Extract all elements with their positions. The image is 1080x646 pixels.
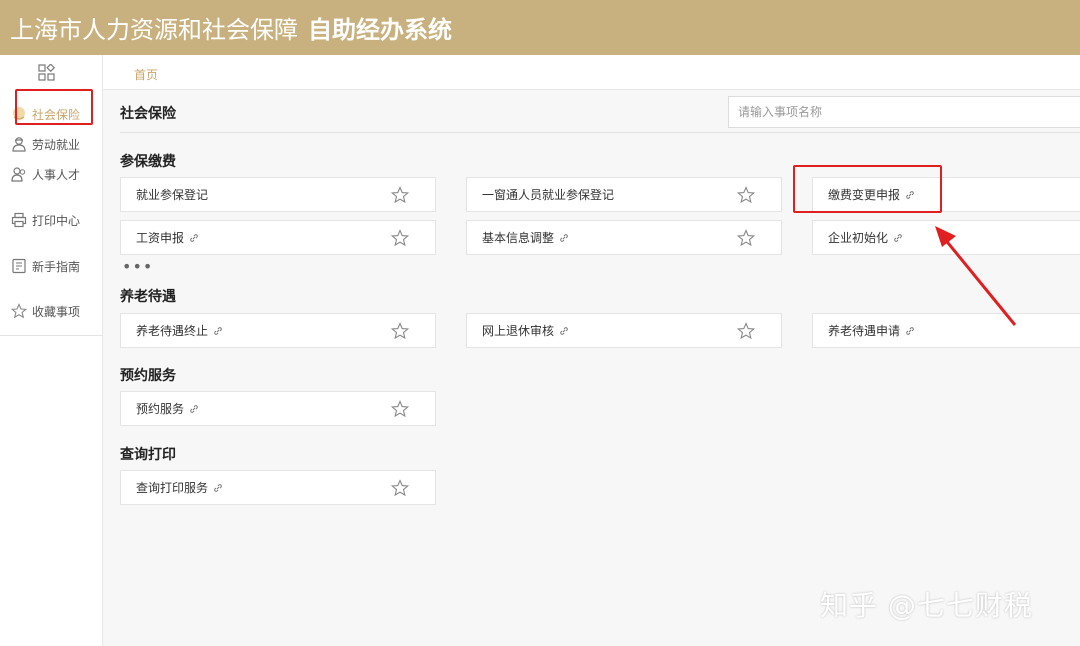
favorite-star-icon[interactable]: [391, 322, 409, 340]
favorite-star-icon[interactable]: [737, 322, 755, 340]
link-icon: [214, 483, 222, 492]
favorite-star-icon[interactable]: [391, 400, 409, 418]
people-icon: [10, 165, 28, 183]
breadcrumb: 首页: [103, 55, 1080, 90]
service-label: 企业初始化: [828, 231, 889, 245]
service-card[interactable]: 缴费变更申报: [812, 177, 1080, 212]
link-icon: [190, 404, 198, 413]
link-icon: [560, 233, 568, 242]
service-card[interactable]: 一窗通人员就业参保登记: [466, 177, 782, 212]
section-title: 养老待遇: [120, 289, 176, 305]
sidebar-divider: [0, 335, 103, 336]
service-card[interactable]: 工资申报: [120, 220, 436, 255]
favorite-star-icon[interactable]: [737, 186, 755, 204]
more-button[interactable]: •••: [122, 259, 153, 275]
hand-heart-icon: [10, 105, 28, 123]
link-icon: [894, 233, 902, 242]
service-card[interactable]: 基本信息调整: [466, 220, 782, 255]
breadcrumb-home[interactable]: 首页: [134, 66, 158, 83]
link-icon: [190, 233, 198, 242]
guide-icon: [10, 257, 28, 275]
service-card[interactable]: 预约服务: [120, 391, 436, 426]
link-icon: [906, 326, 914, 335]
favorite-star-icon[interactable]: [737, 229, 755, 247]
printer-icon: [10, 211, 28, 229]
favorite-star-icon[interactable]: [391, 479, 409, 497]
service-label: 缴费变更申报: [828, 188, 901, 202]
favorite-star-icon[interactable]: [391, 186, 409, 204]
link-icon: [214, 326, 222, 335]
sidebar-item-print-center[interactable]: 打印中心: [10, 209, 80, 231]
service-card[interactable]: 养老待遇申请: [812, 313, 1080, 348]
service-label: 预约服务: [136, 402, 185, 416]
sidebar-item-label: 人事人才: [32, 167, 81, 182]
service-label: 查询打印服务: [136, 481, 209, 495]
section-title: 参保缴费: [120, 154, 176, 170]
section-title: 预约服务: [120, 368, 176, 384]
section-title: 查询打印: [120, 447, 176, 463]
service-label: 网上退休审核: [482, 324, 555, 338]
favorite-star-icon[interactable]: [391, 229, 409, 247]
service-label: 工资申报: [136, 231, 185, 245]
sidebar-item-favorites[interactable]: 收藏事项: [10, 300, 80, 322]
link-icon: [560, 326, 568, 335]
service-card[interactable]: 就业参保登记: [120, 177, 436, 212]
link-icon: [906, 190, 914, 199]
watermark: 知乎 @七七财税: [820, 589, 1033, 622]
sidebar-item-guide[interactable]: 新手指南: [10, 255, 80, 277]
app-title: 上海市人力资源和社会保障: [10, 16, 298, 44]
service-label: 就业参保登记: [136, 188, 209, 202]
service-card[interactable]: 企业初始化: [812, 220, 1080, 255]
service-card[interactable]: 网上退休审核: [466, 313, 782, 348]
page-title: 社会保险: [120, 106, 176, 122]
sidebar-item-employment[interactable]: 劳动就业: [10, 133, 80, 155]
sidebar-item-label: 劳动就业: [32, 137, 81, 152]
service-card[interactable]: 查询打印服务: [120, 470, 436, 505]
apps-grid-icon[interactable]: [38, 64, 56, 82]
sidebar-item-label: 社会保险: [32, 107, 81, 122]
service-card[interactable]: 养老待遇终止: [120, 313, 436, 348]
service-label: 养老待遇终止: [136, 324, 209, 338]
service-label: 基本信息调整: [482, 231, 555, 245]
service-label: 一窗通人员就业参保登记: [482, 188, 615, 202]
service-label: 养老待遇申请: [828, 324, 901, 338]
sidebar-item-social-insurance[interactable]: 社会保险: [10, 103, 80, 125]
sidebar-item-label: 打印中心: [32, 213, 81, 228]
app-header: 上海市人力资源和社会保障 自助经办系统: [0, 0, 1080, 55]
app-title-bold: 自助经办系统: [308, 16, 452, 44]
sidebar: 社会保险 劳动就业 人事人才 打印中心 新手指南 收藏事项: [0, 55, 103, 646]
sidebar-item-label: 收藏事项: [32, 304, 81, 319]
sidebar-item-label: 新手指南: [32, 259, 81, 274]
title-divider: [120, 132, 1080, 133]
search-input[interactable]: [728, 96, 1080, 128]
worker-icon: [10, 135, 28, 153]
main-content: 社会保险 参保缴费 就业参保登记 一窗通人员就业参保登记 缴费变更申报 工资申报…: [103, 90, 1080, 646]
star-icon: [10, 302, 28, 320]
sidebar-item-personnel[interactable]: 人事人才: [10, 163, 80, 185]
